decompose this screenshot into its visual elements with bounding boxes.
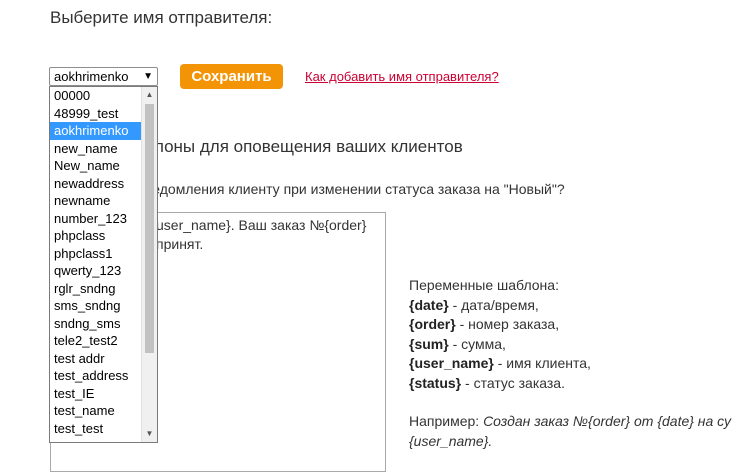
variable-desc: - статус заказа.	[461, 374, 565, 391]
example-row-2: {user_name}.	[409, 432, 731, 452]
dropdown-option[interactable]: New_name	[50, 157, 141, 175]
variable-row: {status} - статус заказа.	[409, 374, 731, 394]
dropdown-option[interactable]: test_IE	[50, 385, 141, 403]
dropdown-option[interactable]: aokhrimenko	[50, 122, 141, 140]
template-variables: Переменные шаблона: {date} - дата/время,…	[409, 276, 731, 451]
dropdown-option[interactable]: sms_sndng	[50, 297, 141, 315]
template-text: user_name}. Ваш заказ №{order} принят.	[156, 217, 367, 252]
scrollbar-thumb[interactable]	[145, 104, 154, 353]
variable-desc: - дата/время,	[448, 296, 539, 313]
example-row: Например: Создан заказ №{order} от {date…	[409, 412, 731, 432]
dropdown-option[interactable]: test_test	[50, 420, 141, 438]
variable-name: {date}	[409, 296, 449, 313]
dropdown-option[interactable]: sndng_sms	[50, 315, 141, 333]
how-to-add-sender-link[interactable]: Как добавить имя отправителя?	[305, 69, 499, 84]
variable-row: {user_name} - имя клиента,	[409, 354, 731, 374]
dropdown-option[interactable]: qwerty_123	[50, 262, 141, 280]
dropdown-option[interactable]: newname	[50, 192, 141, 210]
dropdown-option[interactable]: rglr_sndng	[50, 280, 141, 298]
variable-row: {sum} - сумма,	[409, 335, 731, 355]
dropdown-option[interactable]: test addr	[50, 350, 141, 368]
variable-name: {order}	[409, 316, 456, 332]
dropdown-scrollbar[interactable]: ▲ ▼	[141, 87, 157, 442]
page-heading: Выберите имя отправителя:	[50, 8, 273, 27]
status-question: ведомления клиенту при изменении статуса…	[145, 181, 565, 197]
dropdown-option[interactable]: newaddress	[50, 175, 141, 193]
variable-desc: - номер заказа,	[455, 316, 560, 332]
sender-select-value: aokhrimenko	[54, 69, 129, 84]
variable-desc: - имя клиента,	[493, 355, 591, 371]
example-text-2: {user_name}.	[409, 432, 493, 449]
scroll-up-icon[interactable]: ▲	[142, 87, 157, 103]
variable-name: {status}	[409, 374, 462, 391]
dropdown-option[interactable]: phpclass1	[50, 245, 141, 263]
sender-dropdown-list[interactable]: 00000 48999_test aokhrimenko new_name New_na…	[49, 86, 158, 443]
dropdown-option[interactable]: 48999_test	[50, 105, 141, 123]
variable-desc: - сумма,	[448, 335, 506, 352]
sender-name-select[interactable]: aokhrimenko ▼	[49, 67, 158, 86]
variables-title: Переменные шаблона:	[409, 277, 559, 293]
dropdown-option[interactable]: phpclass	[50, 227, 141, 245]
chevron-down-icon: ▼	[143, 71, 153, 82]
dropdown-option[interactable]: tele2_test2	[50, 332, 141, 350]
dropdown-option[interactable]: new_name	[50, 140, 141, 158]
dropdown-option[interactable]: test_name	[50, 402, 141, 420]
example-text: Создан заказ №{order} от {date} на су	[483, 413, 732, 429]
dropdown-option[interactable]: number_123	[50, 210, 141, 228]
save-button[interactable]: Сохранить	[180, 64, 283, 89]
variable-name: {user_name}	[409, 355, 494, 371]
variable-name: {sum}	[409, 335, 449, 352]
dropdown-options: 00000 48999_test aokhrimenko new_name New_na…	[50, 87, 141, 437]
example-label: Например:	[409, 413, 484, 429]
dropdown-option[interactable]: 00000	[50, 87, 141, 105]
scroll-down-icon[interactable]: ▼	[142, 426, 157, 442]
variable-row: {date} - дата/время,	[409, 296, 731, 316]
dropdown-option[interactable]: test_address	[50, 367, 141, 385]
section-title: блоны для оповещения ваших клиентов	[145, 137, 463, 156]
variable-row: {order} - номер заказа,	[409, 315, 731, 335]
